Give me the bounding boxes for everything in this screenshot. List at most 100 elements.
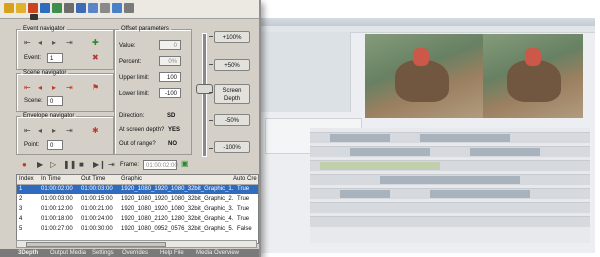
delete-event-icon[interactable]: ✖: [92, 54, 99, 62]
timeline-track: [310, 216, 590, 227]
tab-media-overview[interactable]: Media Overview: [196, 249, 239, 257]
last-scene-icon[interactable]: ⇥: [66, 84, 73, 92]
percent-field[interactable]: 0%: [159, 56, 181, 66]
first-event-icon[interactable]: ⇤: [24, 39, 31, 47]
table-row[interactable]: 4 01:00:18:00 01:00:24:00 1920_1080_2120…: [17, 215, 258, 224]
at-screen-depth-label: At screen depth?: [119, 127, 165, 133]
go-to-frame-icon[interactable]: ▣: [181, 159, 189, 168]
next-scene-icon[interactable]: ▸: [52, 84, 56, 92]
open-folder-icon[interactable]: [4, 3, 14, 13]
timeline-clip: [430, 190, 530, 198]
last-event-icon[interactable]: ⇥: [66, 39, 73, 47]
table-row[interactable]: 3 01:00:12:00 01:00:21:00 1920_1080_1920…: [17, 205, 258, 214]
column-header-graphic[interactable]: Graphic: [121, 175, 229, 184]
at-screen-depth-value: YES: [168, 127, 181, 133]
previous-point-icon[interactable]: ◂: [38, 127, 42, 135]
out-of-range-value: NO: [168, 141, 177, 147]
column-header-auto-create[interactable]: Auto Cre: [233, 175, 258, 184]
previous-scene-icon[interactable]: ◂: [38, 84, 42, 92]
import-icon[interactable]: [28, 3, 38, 13]
document-icon[interactable]: [76, 3, 86, 13]
scrollbar-thumb[interactable]: [26, 242, 166, 247]
tab-help-file[interactable]: Help File: [160, 249, 184, 257]
last-point-icon[interactable]: ⇥: [66, 127, 73, 135]
plugin-window: Event navigator ⇤ ◂ ▸ ⇥ ✚ Event: 1 ✖ Sce…: [0, 0, 261, 257]
scene-field[interactable]: 0: [47, 96, 63, 106]
table-row[interactable]: 5 01:00:27:00 01:00:30:00 1920_1080_0952…: [17, 225, 258, 234]
tab-3depth[interactable]: 3Depth: [18, 249, 38, 257]
depth-slider-track[interactable]: [202, 33, 207, 157]
help-icon[interactable]: [124, 3, 134, 13]
list-icon[interactable]: [64, 3, 74, 13]
play-icon[interactable]: ▶: [37, 160, 43, 169]
cell-graphic: 1920_1080_0952_0576_32bit_Graphic_5.png: [121, 226, 233, 232]
stop-icon[interactable]: ■: [79, 160, 84, 169]
direction-value: SD: [167, 113, 176, 119]
next-frame-icon[interactable]: ▶❙: [93, 160, 106, 169]
screen-depth-button[interactable]: Screen Depth: [214, 84, 250, 104]
settings-icon[interactable]: [100, 3, 110, 13]
timeline-clip: [380, 176, 520, 184]
first-scene-icon[interactable]: ⇤: [24, 84, 31, 92]
previous-event-icon[interactable]: ◂: [38, 39, 42, 47]
next-point-icon[interactable]: ▸: [52, 127, 56, 135]
timeline-track: [310, 174, 590, 185]
plus-50-button[interactable]: +50%: [214, 59, 250, 71]
editor-timeline: [310, 128, 590, 243]
slider-tick: [209, 148, 213, 149]
table-row[interactable]: 2 01:00:03:00 01:00:15:00 1920_1080_1920…: [17, 195, 258, 204]
tab-overrides[interactable]: Overrides: [122, 249, 148, 257]
slider-tick: [209, 36, 213, 37]
value-label: Value:: [119, 43, 136, 49]
column-header-in-time[interactable]: In Time: [41, 175, 79, 184]
scene-navigator-title: Scene navigator: [23, 70, 67, 76]
cell-auto-create: True: [237, 206, 250, 212]
timeline-clip: [470, 148, 540, 156]
cell-in-time: 01:00:27:00: [41, 226, 73, 232]
graph-icon[interactable]: [52, 3, 62, 13]
minus-100-button[interactable]: -100%: [214, 141, 250, 153]
next-event-icon[interactable]: ▸: [52, 39, 56, 47]
play-step-icon[interactable]: ▷: [50, 160, 56, 169]
timeline-track: [310, 202, 590, 213]
upper-limit-label: Upper limit:: [119, 75, 150, 81]
envelope-marker-icon[interactable]: ✱: [92, 127, 99, 135]
cell-in-time: 01:00:02:00: [41, 186, 73, 192]
tab-output-media[interactable]: Output Media: [50, 249, 86, 257]
scene-marker-icon[interactable]: ⚑: [92, 84, 99, 92]
horse-image: [395, 60, 449, 102]
offset-parameters-title: Offset parameters: [121, 26, 169, 32]
upper-limit-field[interactable]: 100: [159, 72, 181, 82]
frame-field[interactable]: 01:00:02:00: [143, 160, 178, 170]
cell-out-time: 01:00:30:00: [81, 226, 113, 232]
minus-50-button[interactable]: -50%: [214, 114, 250, 126]
pause-icon[interactable]: ❚❚: [63, 160, 76, 169]
save-icon[interactable]: [40, 3, 50, 13]
event-field[interactable]: 1: [47, 53, 63, 63]
point-field[interactable]: 0: [47, 140, 63, 150]
column-header-index[interactable]: Index: [19, 175, 37, 184]
event-navigator-group: Event navigator: [16, 26, 114, 70]
plus-100-button[interactable]: +100%: [214, 31, 250, 43]
add-event-icon[interactable]: ✚: [92, 39, 99, 47]
go-to-end-icon[interactable]: ⇥: [108, 160, 115, 169]
lower-limit-label: Lower limit:: [119, 91, 150, 97]
folder-icon[interactable]: [16, 3, 26, 13]
cell-graphic: 1920_1080_2120_1280_32bit_Graphic_4.png: [121, 216, 233, 222]
cell-index: 1: [19, 186, 23, 192]
record-icon[interactable]: ●: [22, 160, 27, 169]
column-header-out-time[interactable]: Out Time: [81, 175, 119, 184]
first-point-icon[interactable]: ⇤: [24, 127, 31, 135]
timeline-track: [310, 188, 590, 199]
tab-settings[interactable]: Settings: [92, 249, 114, 257]
table-row[interactable]: 1 01:00:02:00 01:00:03:00 1920_1080_1920…: [17, 185, 258, 194]
program-viewer: [483, 34, 583, 118]
timeline-track: [310, 160, 590, 171]
layers-icon[interactable]: [88, 3, 98, 13]
cell-index: 4: [19, 216, 23, 222]
value-field[interactable]: 0: [159, 40, 181, 50]
table-horizontal-scrollbar[interactable]: [16, 240, 257, 248]
lower-limit-field[interactable]: -100: [159, 88, 181, 98]
render-icon[interactable]: [112, 3, 122, 13]
cell-out-time: 01:00:21:00: [81, 206, 113, 212]
